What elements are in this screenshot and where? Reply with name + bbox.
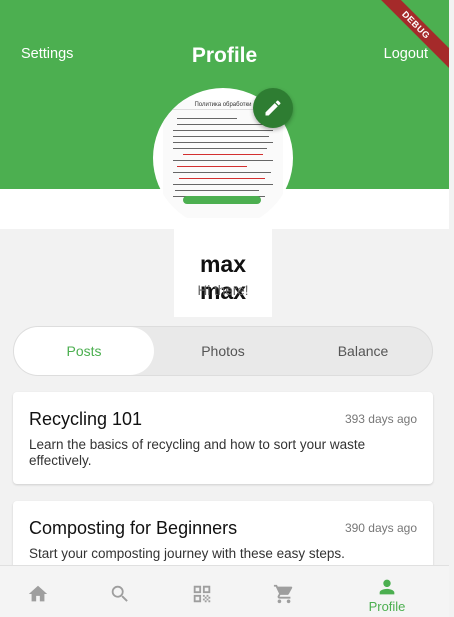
tab-photos[interactable]: Photos bbox=[153, 327, 293, 375]
avatar-progress-bar bbox=[183, 196, 261, 204]
cart-icon bbox=[273, 584, 293, 604]
profile-info-card: max max Hi there! bbox=[174, 229, 272, 317]
post-title: Recycling 101 bbox=[29, 409, 143, 429]
edit-avatar-button[interactable] bbox=[253, 88, 293, 128]
profile-bio: Hi there! bbox=[197, 283, 249, 298]
search-icon bbox=[111, 585, 128, 602]
profile-screen: Settings Profile Logout DEBUG Политика о… bbox=[0, 0, 454, 617]
nav-search[interactable] bbox=[85, 566, 155, 617]
nav-profile[interactable]: Profile bbox=[352, 566, 422, 617]
post-card[interactable]: Recycling 101 393 days ago Learn the bas… bbox=[13, 392, 433, 484]
post-timestamp: 390 days ago bbox=[344, 521, 417, 535]
post-body: Start your composting journey with these… bbox=[29, 546, 345, 561]
home-icon bbox=[28, 585, 48, 602]
nav-home[interactable] bbox=[3, 566, 73, 617]
tab-balance[interactable]: Balance bbox=[293, 327, 433, 375]
person-icon bbox=[379, 579, 395, 595]
pencil-icon bbox=[265, 100, 281, 116]
logout-button[interactable]: Logout bbox=[384, 46, 428, 62]
nav-qr-scanner[interactable] bbox=[167, 566, 237, 617]
nav-profile-label: Profile bbox=[368, 599, 406, 614]
profile-tabs: Posts Photos Balance bbox=[13, 326, 433, 376]
qr-code-icon bbox=[193, 585, 211, 603]
screen-edge bbox=[449, 0, 454, 617]
bottom-navigation: Profile bbox=[0, 565, 449, 617]
post-title: Composting for Beginners bbox=[29, 518, 238, 538]
post-body: Learn the basics of recycling and how to… bbox=[29, 437, 366, 468]
tab-posts[interactable]: Posts bbox=[14, 327, 154, 375]
post-timestamp: 393 days ago bbox=[344, 412, 417, 426]
nav-cart[interactable] bbox=[249, 566, 319, 617]
page-title: Profile bbox=[191, 44, 258, 67]
